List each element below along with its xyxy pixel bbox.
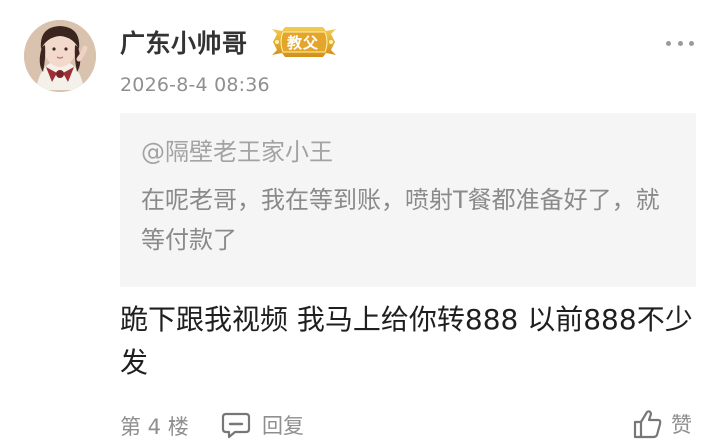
like-label: 赞 (671, 413, 692, 437)
avatar-image (24, 20, 96, 92)
role-badge: 教父 (269, 26, 339, 58)
post-timestamp: 2026-8-4 08:36 (120, 74, 270, 96)
quoted-text: 在呢老哥，我在等到账，喷射T餐都准备好了，就等付款了 (141, 186, 660, 254)
reply-button[interactable]: 回复 (220, 408, 304, 442)
quoted-username[interactable]: @隔壁老王家小王 (141, 136, 676, 168)
more-dot (689, 40, 694, 46)
quoted-comment[interactable]: @隔壁老王家小王 在呢老哥，我在等到账，喷射T餐都准备好了，就等付款了 (120, 113, 696, 287)
user-avatar[interactable] (24, 20, 96, 92)
more-dot (666, 40, 671, 46)
thumbs-up-icon (633, 410, 662, 439)
reply-label: 回复 (262, 414, 304, 438)
floor-label: 第 4 楼 (120, 415, 189, 439)
more-dots-icon[interactable] (666, 36, 694, 50)
badge-label: 教父 (287, 34, 320, 52)
comment-card: 广东小帅哥 教父 2026-8-4 08:36 @隔壁老王家小王 在呢老哥，我在… (0, 0, 720, 442)
like-button[interactable]: 赞 (631, 406, 692, 442)
comment-text: 跪下跟我视频 我马上给你转888 以前888不少发 (120, 303, 693, 379)
comment-footer: 第 4 楼 回复 赞 (120, 408, 700, 442)
more-dot (677, 40, 683, 46)
username[interactable]: 广东小帅哥 (120, 24, 248, 60)
comment-bubble-icon (221, 412, 251, 439)
